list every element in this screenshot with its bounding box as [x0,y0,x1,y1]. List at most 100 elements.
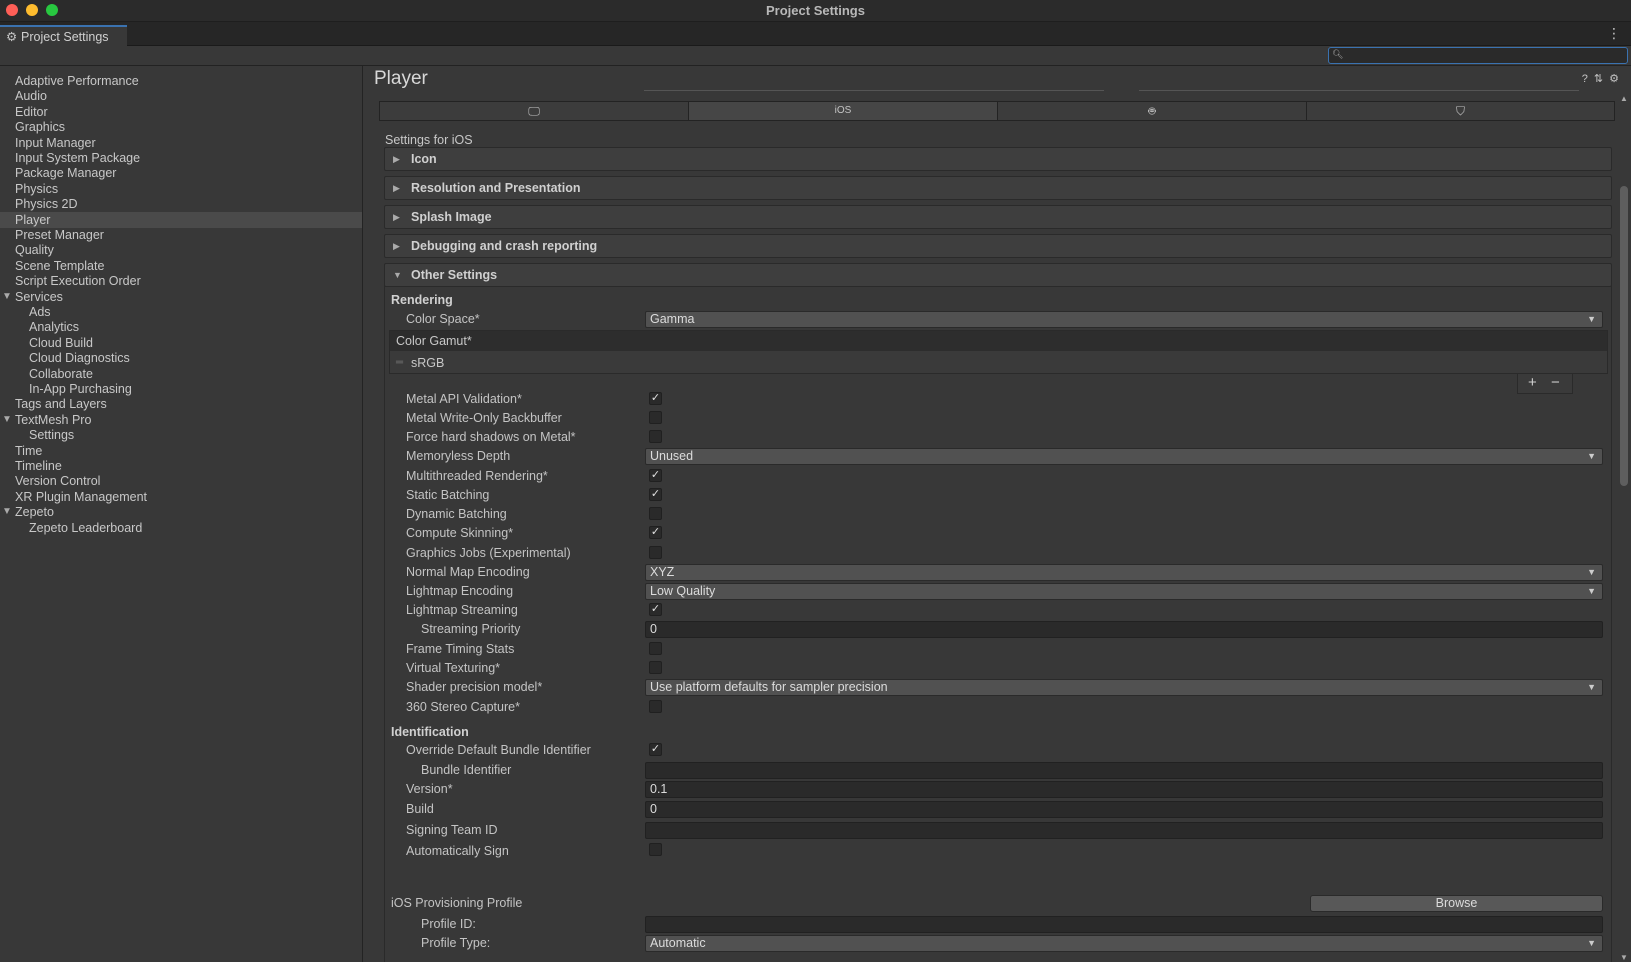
tab-ios[interactable]: iOS [689,102,998,120]
tab-webgl[interactable]: ⛉ [1307,102,1614,120]
setting-checkbox[interactable] [649,411,662,424]
sidebar-item[interactable]: Analytics [0,319,362,335]
sidebar-item[interactable]: Adaptive Performance [0,73,362,89]
more-options-icon[interactable]: ⋮ [1607,25,1621,42]
foldout-debugging[interactable]: ▶ Debugging and crash reporting [384,234,1612,258]
sidebar-item[interactable]: Input System Package [0,150,362,166]
version-field[interactable]: 0.1 [645,781,1603,798]
sidebar-item-label: Analytics [29,320,80,335]
setting-checkbox[interactable] [649,507,662,520]
help-icon[interactable]: ? [1582,73,1594,85]
sidebar-item[interactable]: Time [0,443,362,459]
sidebar-item[interactable]: Quality [0,242,362,258]
preset-icon[interactable]: ⇅ [1594,73,1609,85]
header-divider [644,90,1104,91]
foldout-splash[interactable]: ▶ Splash Image [384,205,1612,229]
sidebar-item[interactable]: Collaborate [0,366,362,382]
sidebar-item[interactable]: XR Plugin Management [0,489,362,505]
color-space-dropdown[interactable]: Gamma ▼ [645,311,1603,328]
setting-checkbox[interactable] [649,546,662,559]
sidebar-item[interactable]: ▼ TextMesh Pro [0,412,362,428]
triangle-right-icon: ▶ [393,212,400,222]
tab-android[interactable]: 🤖︎ [998,102,1307,120]
expand-arrow-icon[interactable]: ▼ [2,504,12,520]
setting-dropdown[interactable]: Low Quality ▼ [645,583,1603,600]
sidebar-item[interactable]: Package Manager [0,165,362,181]
setting-checkbox[interactable]: ✓ [649,469,662,482]
foldout-resolution[interactable]: ▶ Resolution and Presentation [384,176,1612,200]
setting-label: Static Batching [406,488,490,502]
sidebar-item[interactable]: Script Execution Order [0,273,362,289]
scrollbar[interactable]: ▲ ▼ [1619,94,1629,962]
tab-project-settings[interactable]: ⚙ Project Settings [0,25,127,46]
sidebar-item[interactable]: Version Control [0,473,362,489]
expand-arrow-icon[interactable]: ▼ [2,412,12,428]
bundle-identifier-field[interactable] [645,762,1603,779]
sidebar-item[interactable]: Ads [0,304,362,320]
sidebar-item[interactable]: Graphics [0,119,362,135]
sidebar-item[interactable]: ▼ Zepeto [0,504,362,520]
gear-icon: ⚙ [6,30,18,44]
sidebar-item[interactable]: Zepeto Leaderboard [0,520,362,536]
settings-sidebar: Adaptive Performance Audio Editor Graphics I… [0,66,363,962]
window-title: Project Settings [766,3,865,18]
sidebar-item[interactable]: Cloud Diagnostics [0,350,362,366]
sidebar-item-label: Quality [15,243,54,258]
sidebar-item[interactable]: Audio [0,88,362,104]
setting-dropdown[interactable]: Unused ▼ [645,448,1603,465]
scroll-down-icon[interactable]: ▼ [1620,953,1628,962]
sidebar-item[interactable]: Cloud Build [0,335,362,351]
sidebar-item[interactable]: Timeline [0,458,362,474]
sidebar-item[interactable]: Physics 2D [0,196,362,212]
sidebar-item[interactable]: In-App Purchasing [0,381,362,397]
tab-standalone[interactable]: 🖵 [380,102,689,120]
setting-checkbox[interactable] [649,430,662,443]
auto-sign-checkbox[interactable] [649,843,662,856]
build-field[interactable]: 0 [645,801,1603,818]
scroll-up-icon[interactable]: ▲ [1620,94,1628,103]
setting-label: Multithreaded Rendering* [406,469,548,483]
gamut-item-label: sRGB [411,356,445,370]
list-item[interactable]: ═ sRGB [390,353,1607,373]
sidebar-item[interactable]: Preset Manager [0,227,362,243]
setting-checkbox[interactable]: ✓ [649,603,662,616]
setting-checkbox[interactable] [649,642,662,655]
foldout-icon[interactable]: ▶ Icon [384,147,1612,171]
setting-checkbox[interactable]: ✓ [649,526,662,539]
override-bundle-checkbox[interactable]: ✓ [649,743,662,756]
monitor-icon: 🖵 [528,104,540,118]
remove-item-button[interactable]: − [1551,374,1560,392]
add-item-button[interactable]: + [1528,374,1537,392]
setting-checkbox[interactable]: ✓ [649,392,662,405]
setting-label: Graphics Jobs (Experimental) [406,546,571,560]
sidebar-item-label: Settings [29,428,75,443]
sidebar-item[interactable]: Tags and Layers [0,396,362,412]
setting-text-field[interactable]: 0 [645,621,1603,638]
checkmark-icon: ✓ [650,392,661,404]
setting-dropdown[interactable]: Use platform defaults for sampler precis… [645,679,1603,696]
sidebar-item[interactable]: Editor [0,104,362,120]
browse-button[interactable]: Browse [1310,895,1603,912]
sidebar-item[interactable]: Settings [0,427,362,443]
scroll-thumb[interactable] [1620,186,1628,486]
sidebar-item-label: XR Plugin Management [15,489,148,504]
sidebar-item[interactable]: Physics [0,181,362,197]
sidebar-item[interactable]: Input Manager [0,135,362,151]
dropdown-value: Use platform defaults for sampler precis… [650,680,888,694]
sidebar-item[interactable]: Player [0,211,362,228]
sidebar-item[interactable]: ▼ Services [0,289,362,305]
setting-dropdown[interactable]: XYZ ▼ [645,564,1603,581]
signing-team-field[interactable] [645,822,1603,839]
profile-type-dropdown[interactable]: Automatic ▼ [645,935,1603,952]
sidebar-item-label: Services [15,289,63,304]
setting-checkbox[interactable]: ✓ [649,488,662,501]
settings-gear-icon[interactable]: ⚙ [1609,73,1625,85]
stereo-capture-checkbox[interactable] [649,700,662,713]
drag-handle-icon[interactable]: ═ [396,353,403,373]
profile-id-field[interactable] [645,916,1603,933]
setting-checkbox[interactable] [649,661,662,674]
search-input[interactable]: 🔍︎ [1328,47,1628,64]
sidebar-item[interactable]: Scene Template [0,258,362,274]
sidebar-item-label: Time [15,443,43,458]
expand-arrow-icon[interactable]: ▼ [2,289,12,305]
